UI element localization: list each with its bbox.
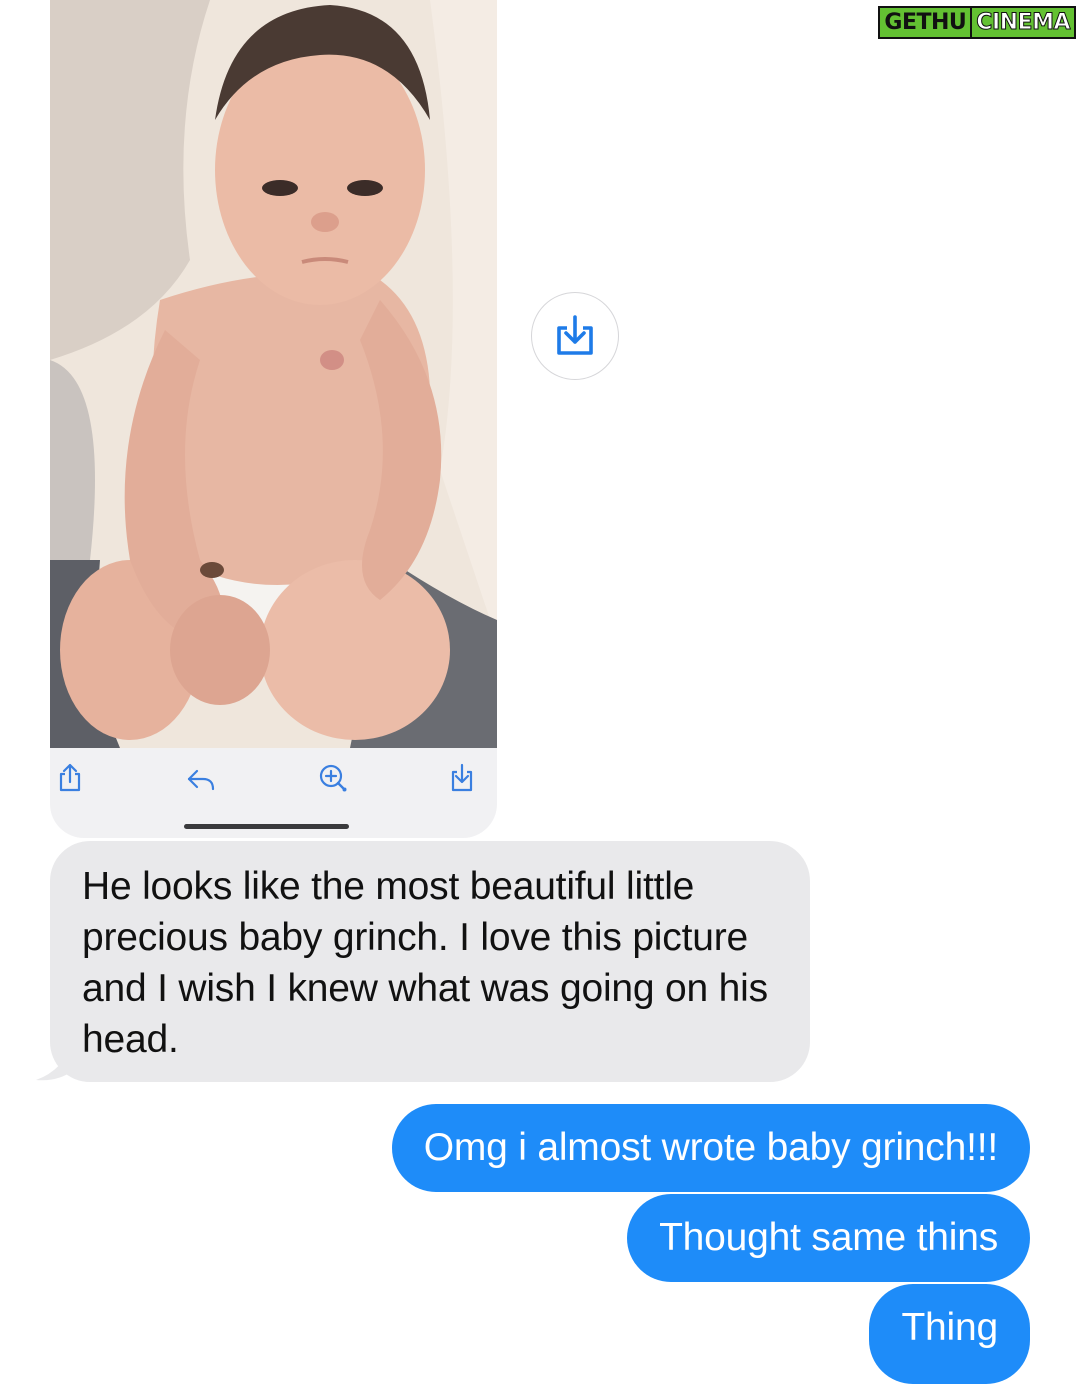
sent-message[interactable]: Thought same thins <box>627 1194 1030 1282</box>
sent-message[interactable]: Thing <box>869 1284 1030 1384</box>
received-message[interactable]: He looks like the most beautiful little … <box>50 841 810 1082</box>
baby-photo-illustration <box>50 0 497 748</box>
photo-attachment[interactable] <box>50 0 497 838</box>
save-download-button[interactable] <box>531 292 619 380</box>
watermark-part-2: CINEMA <box>970 6 1076 39</box>
baby-photo[interactable] <box>50 0 497 748</box>
sent-message-text: Thought same thins <box>659 1216 998 1259</box>
sent-message-text: Thing <box>901 1306 998 1349</box>
watermark-part-1: GETHU <box>878 6 971 39</box>
received-bubble-tail <box>36 1040 74 1081</box>
share-icon[interactable] <box>56 762 86 794</box>
watermark-logo: GETHU CINEMA <box>878 6 1076 39</box>
home-indicator <box>184 824 349 829</box>
sent-message[interactable]: Omg i almost wrote baby grinch!!! <box>391 1104 1030 1192</box>
sent-message-text: Omg i almost wrote baby grinch!!! <box>423 1126 998 1169</box>
photo-toolbar <box>50 748 497 808</box>
reply-icon[interactable] <box>186 762 216 794</box>
save-download-icon <box>557 315 593 355</box>
received-message-text: He looks like the most beautiful little … <box>82 865 768 1061</box>
zoom-icon[interactable] <box>318 762 348 794</box>
save-icon[interactable] <box>448 762 478 794</box>
